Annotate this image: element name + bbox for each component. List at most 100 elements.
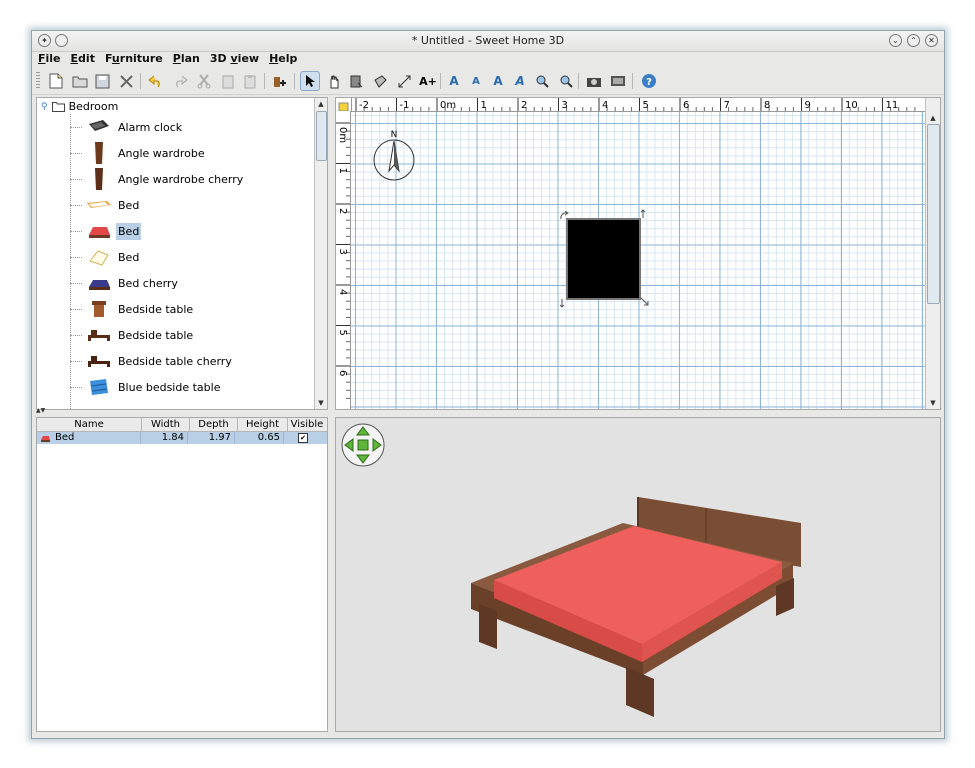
ruler-y-label: 2 — [337, 208, 348, 214]
cell-depth: 1.97 — [188, 432, 235, 444]
column-header-depth[interactable]: Depth — [190, 418, 238, 431]
catalog-item[interactable]: Blue bedside table — [70, 374, 222, 400]
create-walls-icon[interactable] — [346, 71, 366, 91]
new-home-icon[interactable] — [46, 71, 66, 91]
ruler-x-label: 11 — [886, 100, 899, 111]
minimize-icon[interactable]: ⌄ — [889, 34, 902, 47]
table-row[interactable]: Bed 1.84 1.97 0.65 ✔ — [37, 432, 327, 444]
horizontal-splitter[interactable]: ▲▼ — [36, 407, 326, 415]
add-furniture-icon[interactable] — [270, 71, 290, 91]
help-icon[interactable]: ? — [639, 71, 659, 91]
ruler-y-label: 5 — [337, 330, 348, 336]
close-icon[interactable]: ✕ — [925, 34, 938, 47]
menu-edit[interactable]: Edit — [71, 52, 95, 67]
paste-icon[interactable] — [240, 71, 260, 91]
catalog-item[interactable]: Angle wardrobe cherry — [70, 166, 245, 192]
menu-furniture[interactable]: Furniture — [105, 52, 163, 67]
toolbar-separator — [294, 73, 295, 89]
bold-text-icon[interactable]: A — [488, 71, 508, 91]
catalog-item[interactable]: Bed — [70, 244, 141, 270]
compass-icon[interactable]: N — [371, 130, 417, 182]
catalog-scroll-thumb[interactable] — [316, 111, 327, 161]
menu-plan[interactable]: Plan — [173, 52, 200, 67]
maximize-icon[interactable]: ⌃ — [907, 34, 920, 47]
catalog-item[interactable]: Bedside table — [70, 322, 195, 348]
ruler-x-label: 1 — [481, 100, 487, 111]
catalog-item-label: Angle wardrobe — [118, 146, 205, 160]
visible-checkbox[interactable]: ✔ — [298, 433, 308, 443]
toolbar-separator — [264, 73, 265, 89]
tree-expand-icon[interactable]: ⚲ — [41, 102, 48, 112]
zoom-out-icon[interactable] — [556, 71, 576, 91]
wardrobe-icon — [86, 141, 112, 165]
ruler-x-label: 7 — [724, 100, 730, 111]
column-header-name[interactable]: Name — [37, 418, 142, 431]
undo-icon[interactable] — [146, 71, 166, 91]
alarm-clock-icon — [86, 115, 112, 139]
red-bed-icon — [41, 436, 50, 442]
furniture-catalog-tree[interactable]: ⚲ Bedroom Alarm clock Angle wardrobe Ang… — [36, 97, 328, 410]
add-text-icon[interactable]: A+ — [418, 71, 438, 91]
copy-icon[interactable] — [218, 71, 238, 91]
catalog-item[interactable]: Angle wardrobe — [70, 140, 207, 166]
catalog-item[interactable]: Alarm clock — [70, 114, 184, 140]
open-icon[interactable] — [70, 71, 90, 91]
furniture-table[interactable]: Name Width Depth Height Visible Bed 1.84… — [36, 417, 328, 732]
catalog-scrollbar[interactable]: ▲ ▼ — [314, 98, 327, 409]
scroll-up-icon[interactable]: ▲ — [926, 112, 940, 124]
cut-icon[interactable] — [194, 71, 214, 91]
catalog-item[interactable]: Bed cherry — [70, 270, 180, 296]
plan-scroll-thumb[interactable] — [927, 124, 940, 304]
select-mode-icon[interactable] — [300, 71, 320, 91]
zoom-in-icon[interactable] — [532, 71, 552, 91]
scroll-down-icon[interactable]: ▼ — [315, 397, 327, 409]
plan-scrollbar[interactable]: ▲ ▼ — [925, 98, 940, 409]
column-header-height[interactable]: Height — [238, 418, 288, 431]
catalog-item-label: Blue bedside table — [118, 380, 221, 394]
save-icon[interactable] — [92, 71, 112, 91]
menu-help[interactable]: Help — [269, 52, 297, 67]
height-handle-icon[interactable] — [558, 298, 566, 308]
create-video-icon[interactable] — [608, 71, 628, 91]
toolbar-separator — [440, 73, 441, 89]
catalog-item[interactable]: Bed — [70, 218, 142, 244]
red-bed-icon — [86, 219, 112, 243]
catalog-item[interactable]: Bed — [70, 192, 141, 218]
toolbar-grip[interactable] — [36, 72, 40, 90]
scroll-down-icon[interactable]: ▼ — [926, 397, 940, 409]
catalog-item-label-selected: Bed — [116, 222, 142, 240]
svg-text:?: ? — [646, 77, 652, 88]
preferences-icon[interactable] — [116, 71, 136, 91]
catalog-category-row[interactable]: ⚲ Bedroom — [41, 100, 118, 113]
rotate-handle-icon[interactable] — [559, 211, 569, 221]
bed-3d-model[interactable] — [336, 418, 940, 731]
pan-mode-icon[interactable] — [324, 71, 344, 91]
redo-icon[interactable] — [170, 71, 190, 91]
ruler-x-label: 9 — [805, 100, 811, 111]
bed-plan-symbol[interactable] — [566, 218, 641, 300]
menu-file[interactable]: File — [38, 52, 61, 67]
catalog-item-label: Alarm clock — [118, 120, 183, 134]
catalog-item[interactable]: Bedside table cherry — [70, 348, 234, 374]
plan-grid[interactable]: N — [351, 112, 926, 409]
italic-text-icon[interactable]: A — [510, 71, 530, 91]
resize-handle-icon[interactable] — [640, 297, 650, 307]
column-header-visible[interactable]: Visible — [288, 418, 326, 431]
vertical-splitter[interactable] — [328, 97, 334, 731]
ruler-x-label: 3 — [562, 100, 568, 111]
cell-height: 0.65 — [235, 432, 284, 444]
column-header-width[interactable]: Width — [142, 418, 190, 431]
menu-3d-view[interactable]: 3D view — [210, 52, 259, 67]
elevate-handle-icon[interactable] — [639, 209, 647, 219]
folder-icon — [51, 102, 65, 112]
catalog-item[interactable]: Bedside table — [70, 296, 195, 322]
increase-text-size-icon[interactable]: A — [444, 71, 464, 91]
ruler-y-label: 4 — [337, 289, 348, 295]
create-dimensions-icon[interactable] — [394, 71, 414, 91]
3d-view[interactable] — [335, 417, 941, 732]
plan-view[interactable]: -2 -1 0m 1 2 3 4 5 6 7 8 9 10 11 0m 1 2 3 4 5 6 N ▲ ▼ — [335, 97, 941, 410]
scroll-up-icon[interactable]: ▲ — [315, 98, 327, 110]
create-photo-icon[interactable] — [584, 71, 604, 91]
create-rooms-icon[interactable] — [370, 71, 390, 91]
decrease-text-size-icon[interactable]: A — [466, 71, 486, 91]
